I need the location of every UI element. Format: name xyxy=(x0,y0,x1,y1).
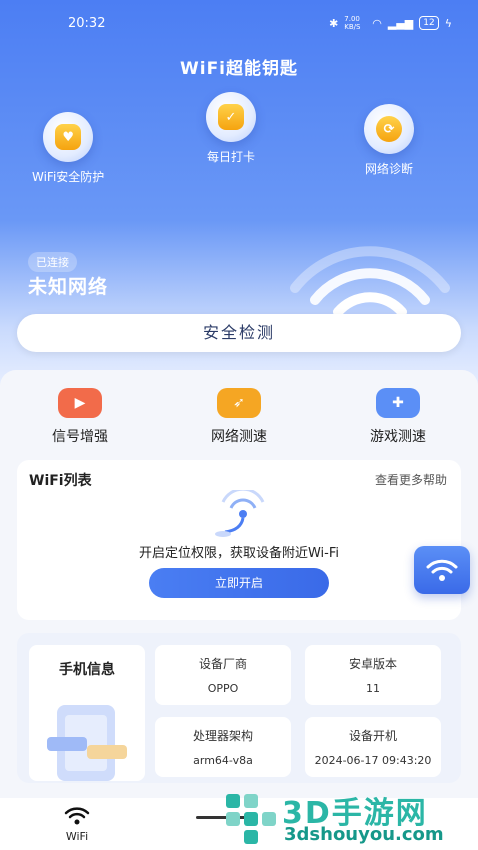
shield-icon: ♥ xyxy=(55,124,82,150)
feature-label: 每日打卡 xyxy=(206,150,255,164)
tool-label: 信号增强 xyxy=(52,429,108,445)
app-title: WiFi超能钥匙 xyxy=(179,59,299,79)
cell-signal-icon: ▂▄▆ xyxy=(387,16,414,30)
info-key: 处理器架构 xyxy=(192,729,253,743)
more-help-link[interactable]: 查看更多帮助 xyxy=(375,471,447,488)
feature-bubble: ⟳ xyxy=(364,104,414,154)
info-cell-android-version: 安卓版本 11 xyxy=(305,645,441,705)
phone-info-title: 手机信息 xyxy=(59,662,115,678)
device-info-card: 手机信息 设备厂商 OPPO 安卓版本 11 处理器架构 arm64-v8a 设… xyxy=(17,633,461,783)
tool-label: 游戏测速 xyxy=(370,429,426,445)
charging-icon: ϟ xyxy=(444,16,452,30)
wifi-icon xyxy=(426,559,458,581)
wifi-tab-icon xyxy=(64,807,90,825)
info-value: OPPO xyxy=(207,682,239,695)
status-bar: 20:32 ✱ 7.00 KB/S ◠ ▂▄▆ 12 ϟ xyxy=(0,14,478,34)
watermark-url: 3dshouyou.com xyxy=(284,824,444,845)
feature-label: 网络诊断 xyxy=(364,162,413,176)
security-check-button[interactable]: 安全检测 xyxy=(17,314,461,352)
info-key: 设备开机 xyxy=(348,729,397,743)
status-time: 20:32 xyxy=(68,16,106,31)
status-icons: ✱ 7.00 KB/S ◠ ▂▄▆ 12 ϟ xyxy=(329,15,452,31)
watermark-logo-icon xyxy=(226,794,276,844)
phone-illustration-icon xyxy=(47,705,127,781)
feature-wifi-security[interactable]: ♥ WiFi安全防护 xyxy=(32,112,104,185)
location-wifi-illustration-icon xyxy=(215,490,265,537)
wifi-list-card: WiFi列表 查看更多帮助 开启定位权限，获取设备附近Wi-Fi 立即开启 xyxy=(17,460,461,620)
info-cell-boot-time: 设备开机 2024-06-17 09:43:20 xyxy=(305,717,441,777)
calendar-icon: ✓ xyxy=(218,104,244,130)
refresh-icon: ⟳ xyxy=(376,116,402,142)
info-cell-manufacturer: 设备厂商 OPPO xyxy=(155,645,291,705)
nav-tab-label: WiFi xyxy=(65,830,89,843)
info-value: arm64-v8a xyxy=(193,754,253,767)
tool-signal-boost[interactable]: ▶ 信号增强 xyxy=(25,388,135,446)
floating-wifi-button[interactable] xyxy=(414,546,470,594)
info-key: 设备厂商 xyxy=(198,657,247,671)
info-value: 2024-06-17 09:43:20 xyxy=(314,754,432,767)
network-speed: 7.00 KB/S xyxy=(344,15,361,31)
gamepad-icon: ✚ xyxy=(376,388,420,418)
rocket-icon: ➶ xyxy=(217,388,261,418)
feature-bubble: ♥ xyxy=(43,112,94,162)
tool-game-speed[interactable]: ✚ 游戏测速 xyxy=(343,388,453,446)
watermark: 3D手游网 3dshouyou.com xyxy=(220,786,478,850)
info-value: 11 xyxy=(366,682,380,695)
tool-label: 网络测速 xyxy=(211,429,267,445)
info-key: 安卓版本 xyxy=(348,657,397,671)
enable-location-button[interactable]: 立即开启 xyxy=(149,568,329,598)
wifi-list-title: WiFi列表 xyxy=(29,473,92,489)
phone-info-panel: 手机信息 xyxy=(29,645,145,781)
connected-badge: 已连接 xyxy=(28,252,77,272)
nav-tab-wifi[interactable]: WiFi xyxy=(64,806,90,843)
bluetooth-icon: ✱ xyxy=(329,16,339,30)
info-cell-cpu-arch: 处理器架构 arm64-v8a xyxy=(155,717,291,777)
feature-daily-checkin[interactable]: ✓ 每日打卡 xyxy=(206,92,256,165)
network-name: 未知网络 xyxy=(28,276,109,298)
feature-bubble: ✓ xyxy=(206,92,256,142)
feature-label: WiFi安全防护 xyxy=(32,170,105,184)
wifi-status-icon: ◠ xyxy=(372,16,382,30)
feature-network-diagnosis[interactable]: ⟳ 网络诊断 xyxy=(364,104,414,177)
tool-network-speed[interactable]: ➶ 网络测速 xyxy=(184,388,294,446)
battery-icon: 12 xyxy=(419,16,439,30)
signal-boost-icon: ▶ xyxy=(58,388,102,418)
location-permission-message: 开启定位权限，获取设备附近Wi-Fi xyxy=(138,546,339,561)
